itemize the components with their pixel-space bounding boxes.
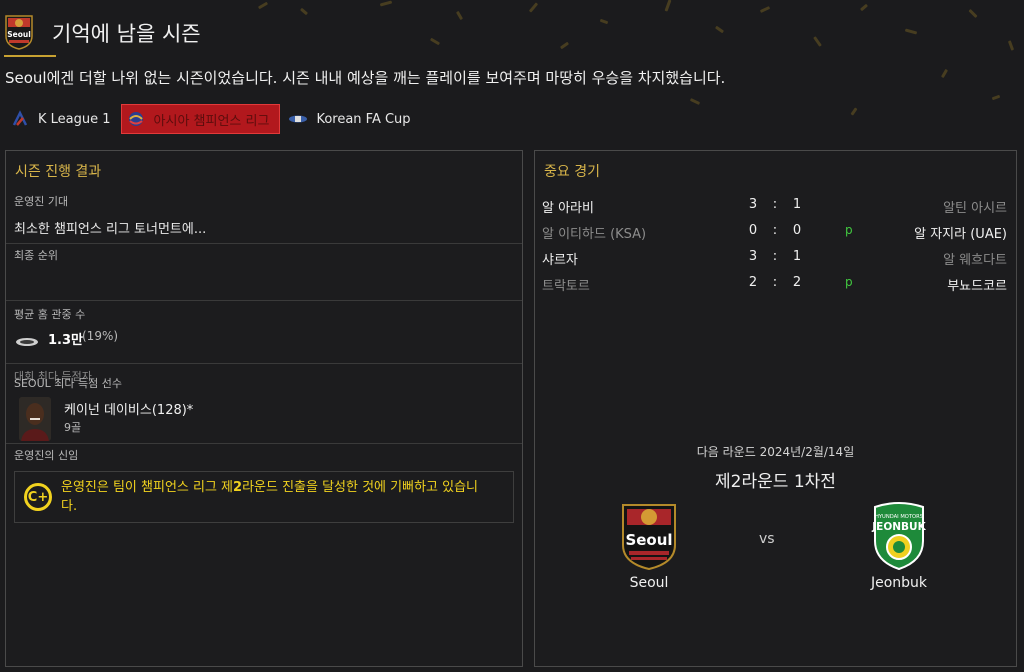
away-team: 부뇨드코르 xyxy=(947,279,1007,294)
panel-title: 중요 경기 xyxy=(544,164,600,180)
fa-cup-icon xyxy=(288,109,308,129)
top-scorer-name[interactable]: 케이넌 데이비스(128)* xyxy=(64,399,193,418)
home-score: 2 xyxy=(748,275,758,290)
home-team: 알 이티하드 (KSA) xyxy=(542,227,647,242)
penalty-marker: p xyxy=(845,275,853,289)
home-team-name: Seoul xyxy=(629,575,669,591)
stadium-icon xyxy=(15,332,39,346)
seoul-club-logo: Seoul xyxy=(4,14,34,50)
home-score: 3 xyxy=(748,197,758,212)
attendance-value: 1.3만 xyxy=(48,333,83,348)
away-team: 알틴 아시르 xyxy=(943,201,1007,216)
match-row[interactable]: 샤르자 3 : 1 알 웨흐다트 xyxy=(535,244,1016,270)
match-row[interactable]: 트락토르 2 : 2 p 부뇨드코르 xyxy=(535,270,1016,296)
home-team: 알 아라비 xyxy=(542,201,594,216)
away-team-name: Jeonbuk xyxy=(870,575,928,591)
board-confidence-label: 운영진의 신임 xyxy=(14,449,79,462)
board-confidence-text: 운영진은 팀이 챔피언스 리그 제2라운드 진출을 달성한 것에 기뻐하고 있습… xyxy=(61,478,481,516)
divider xyxy=(6,363,522,364)
home-score: 3 xyxy=(748,249,758,264)
panel-title: 시즌 진행 결과 xyxy=(15,164,102,180)
versus-label: vs xyxy=(759,531,775,547)
grade-icon: C+ xyxy=(24,483,52,511)
page-header: Seoul 기억에 남을 시즌 xyxy=(4,10,1020,57)
page-title: 기억에 남을 시즌 xyxy=(52,22,201,46)
board-text-part: 운영진은 팀이 챔피언스 리그 제 xyxy=(61,480,234,495)
attendance-label: 평균 홈 관중 수 xyxy=(14,308,86,321)
title-underline xyxy=(4,55,56,57)
away-team: 알 웨흐다트 xyxy=(943,253,1007,268)
score-separator: : xyxy=(772,223,778,238)
tab-asian-champions-league[interactable]: 아시아 챔피언스 리그 xyxy=(120,104,281,134)
board-expectation-value: 최소한 챔피언스 리그 토너먼트에... xyxy=(14,222,207,237)
acl-icon xyxy=(126,109,146,129)
away-team: 알 자지라 (UAE) xyxy=(914,227,1007,242)
jeonbuk-crest-icon[interactable]: HYUNDAI MOTORS JEONBUK xyxy=(867,501,931,571)
key-matches-panel: 중요 경기 알 아라비 3 : 1 알틴 아시르 알 이티하드 (KSA) 0 … xyxy=(534,150,1017,667)
divider xyxy=(6,443,522,444)
home-team: 트락토르 xyxy=(542,279,590,294)
board-confidence-box: C+ 운영진은 팀이 챔피언스 리그 제2라운드 진출을 달성한 것에 기뻐하고… xyxy=(14,471,514,523)
home-score: 0 xyxy=(748,223,758,238)
divider xyxy=(6,243,522,244)
score-separator: : xyxy=(772,249,778,264)
season-summary-text: Seoul에겐 더할 나위 없는 시즌이었습니다. 시즌 내내 예상을 깨는 플… xyxy=(5,69,726,87)
crest-text: JEONBUK xyxy=(871,521,926,533)
club-logo-text: Seoul xyxy=(7,30,31,39)
tab-label: Korean FA Cup xyxy=(316,111,411,127)
board-expectation-label: 운영진 기대 xyxy=(14,195,69,208)
divider xyxy=(6,300,522,301)
away-score: 1 xyxy=(792,197,802,212)
board-text-bold: 2 xyxy=(233,480,243,495)
player-photo xyxy=(19,397,51,441)
k-league-icon xyxy=(10,109,30,129)
score-separator: : xyxy=(772,275,778,290)
tab-korean-fa-cup[interactable]: Korean FA Cup xyxy=(284,104,418,134)
season-results-panel: 시즌 진행 결과 운영진 기대 최소한 챔피언스 리그 토너먼트에... 최종 … xyxy=(5,150,523,667)
final-rank-label: 최종 순위 xyxy=(14,249,58,262)
away-score: 0 xyxy=(792,223,802,238)
tab-label: 아시아 챔피언스 리그 xyxy=(153,113,270,129)
away-score: 1 xyxy=(792,249,802,264)
competition-tabs: K League 1 아시아 챔피언스 리그 Korean FA Cup xyxy=(6,104,419,134)
attendance-percent: (19%) xyxy=(82,329,119,343)
crest-text: Seoul xyxy=(625,531,672,549)
tab-k-league-1[interactable]: K League 1 xyxy=(6,104,119,134)
score-separator: : xyxy=(772,197,778,212)
penalty-marker: p xyxy=(845,223,853,237)
next-round-date: 다음 라운드 2024년/2월/14일 xyxy=(696,445,855,459)
home-team: 샤르자 xyxy=(542,253,578,268)
next-round-stage: 제2라운드 1차전 xyxy=(715,472,836,492)
top-scorer-goals: 9골 xyxy=(64,421,82,434)
crest-top-text: HYUNDAI MOTORS xyxy=(875,514,923,520)
away-score: 2 xyxy=(792,275,802,290)
tab-label: K League 1 xyxy=(38,111,111,127)
match-row[interactable]: 알 이티하드 (KSA) 0 : 0 p 알 자지라 (UAE) xyxy=(535,218,1016,244)
seoul-crest-icon[interactable]: Seoul xyxy=(617,501,681,571)
top-scorer-label: SEOUL 최다 득점 선수 xyxy=(14,377,122,390)
match-row[interactable]: 알 아라비 3 : 1 알틴 아시르 xyxy=(535,192,1016,218)
